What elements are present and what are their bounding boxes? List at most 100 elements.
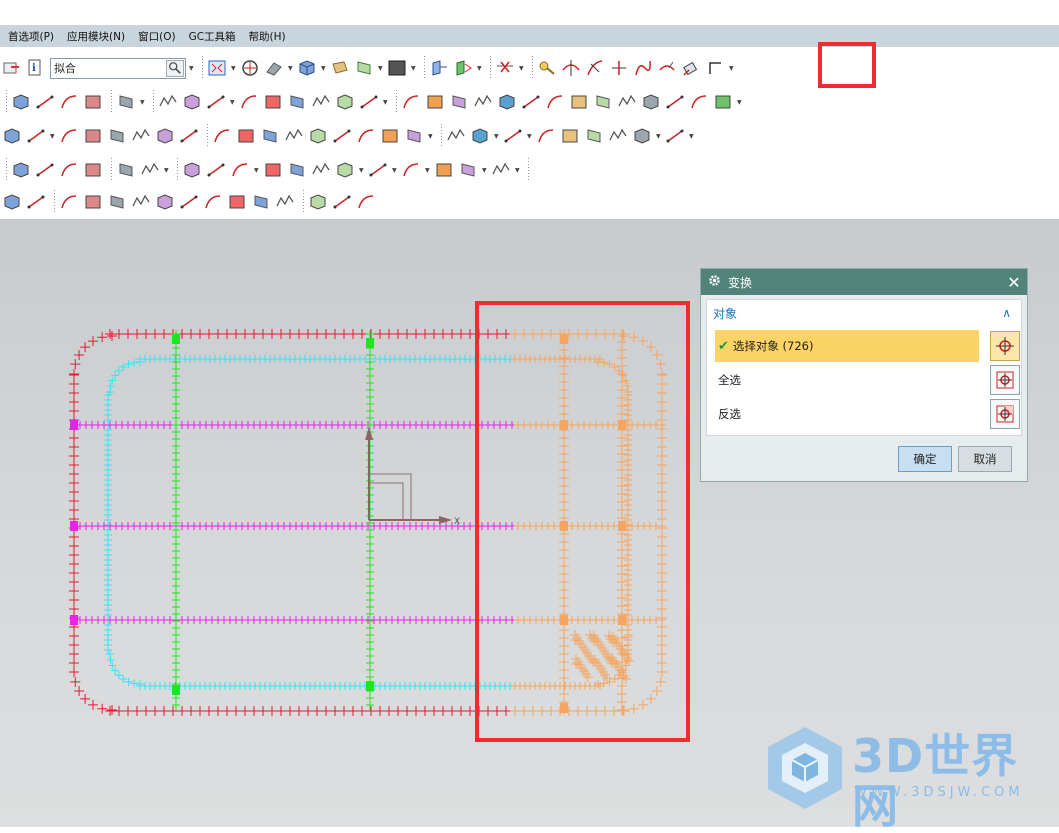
surface-tool-14-icon[interactable] bbox=[368, 160, 388, 180]
feature-tool-9-icon[interactable] bbox=[212, 126, 232, 146]
feature-tool-20-icon[interactable] bbox=[503, 126, 523, 146]
plane-icon[interactable] bbox=[354, 58, 374, 78]
feature-tool-6-icon[interactable] bbox=[131, 126, 151, 146]
feature-tool-1-icon[interactable] bbox=[2, 126, 22, 146]
menu-gc-toolbox[interactable]: GC工具箱 bbox=[189, 29, 236, 44]
chevron-down-icon[interactable]: ▼ bbox=[656, 133, 661, 140]
key-point-icon[interactable] bbox=[537, 58, 557, 78]
fit-view-icon[interactable] bbox=[207, 58, 227, 78]
curve-tool-27-icon[interactable] bbox=[689, 92, 709, 112]
background-icon[interactable] bbox=[387, 58, 407, 78]
feature-tool-12-icon[interactable] bbox=[284, 126, 304, 146]
snap-tool-2-icon[interactable] bbox=[26, 192, 46, 212]
chevron-down-icon[interactable]: ▼ bbox=[515, 167, 520, 174]
curve-tool-5-icon[interactable] bbox=[116, 92, 136, 112]
invert-selection-row[interactable]: 反选 bbox=[715, 398, 1020, 430]
surface-tool-4-icon[interactable] bbox=[83, 160, 103, 180]
snap-tool-5-icon[interactable] bbox=[107, 192, 127, 212]
curve-tool-28-icon[interactable] bbox=[713, 92, 733, 112]
snap-tool-6-icon[interactable] bbox=[131, 192, 151, 212]
curve-tool-15-icon[interactable] bbox=[401, 92, 421, 112]
chevron-down-icon[interactable]: ▼ bbox=[482, 167, 487, 174]
chevron-down-icon[interactable]: ▼ bbox=[689, 133, 694, 140]
chevron-down-icon[interactable]: ▼ bbox=[140, 99, 145, 106]
chevron-down-icon[interactable]: ▼ bbox=[164, 167, 169, 174]
chevron-down-icon[interactable]: ▼ bbox=[411, 65, 416, 72]
layer-icon[interactable] bbox=[330, 58, 350, 78]
curve-tool-25-icon[interactable] bbox=[641, 92, 661, 112]
snap-tool-1-icon[interactable] bbox=[2, 192, 22, 212]
curve-tool-20-icon[interactable] bbox=[521, 92, 541, 112]
chevron-down-icon[interactable]: ▼ bbox=[359, 167, 364, 174]
snap-tool-14-icon[interactable] bbox=[332, 192, 352, 212]
curve-tool-16-icon[interactable] bbox=[425, 92, 445, 112]
feature-tool-22-icon[interactable] bbox=[560, 126, 580, 146]
feature-tool-18-icon[interactable] bbox=[446, 126, 466, 146]
surface-tool-1-icon[interactable] bbox=[11, 160, 31, 180]
rotate-view-icon[interactable] bbox=[240, 58, 260, 78]
select-all-button[interactable] bbox=[990, 365, 1020, 395]
chevron-down-icon[interactable]: ▼ bbox=[378, 65, 383, 72]
extend-curve-icon[interactable] bbox=[609, 58, 629, 78]
feature-tool-25-icon[interactable] bbox=[632, 126, 652, 146]
chevron-up-icon[interactable]: ∧ bbox=[1002, 306, 1011, 320]
chevron-down-icon[interactable]: ▼ bbox=[50, 133, 55, 140]
snap-tool-7-icon[interactable] bbox=[155, 192, 175, 212]
feature-tool-21-icon[interactable] bbox=[536, 126, 556, 146]
curve-tool-7-icon[interactable] bbox=[182, 92, 202, 112]
delete-curve-icon[interactable] bbox=[495, 58, 515, 78]
corner-icon[interactable] bbox=[705, 58, 725, 78]
curve-tool-24-icon[interactable] bbox=[617, 92, 637, 112]
close-icon[interactable]: ✕ bbox=[1001, 269, 1027, 295]
offset-curve-icon[interactable] bbox=[657, 58, 677, 78]
surface-tool-6-icon[interactable] bbox=[140, 160, 160, 180]
snap-tool-3-icon[interactable] bbox=[59, 192, 79, 212]
info-icon[interactable]: i bbox=[26, 58, 46, 78]
feature-tool-4-icon[interactable] bbox=[83, 126, 103, 146]
chevron-down-icon[interactable]: ▼ bbox=[737, 99, 742, 106]
feature-tool-26-icon[interactable] bbox=[665, 126, 685, 146]
feature-tool-16-icon[interactable] bbox=[380, 126, 400, 146]
surface-tool-2-icon[interactable] bbox=[35, 160, 55, 180]
chevron-down-icon[interactable]: ▼ bbox=[477, 65, 482, 72]
chevron-down-icon[interactable]: ▼ bbox=[189, 65, 194, 72]
magnifier-icon[interactable] bbox=[166, 59, 184, 77]
dialog-titlebar[interactable]: 变换 ✕ bbox=[701, 269, 1027, 295]
surface-tool-18-icon[interactable] bbox=[491, 160, 511, 180]
surface-tool-8-icon[interactable] bbox=[206, 160, 226, 180]
feature-tool-24-icon[interactable] bbox=[608, 126, 628, 146]
chevron-down-icon[interactable]: ▼ bbox=[230, 99, 235, 106]
snap-tool-13-icon[interactable] bbox=[308, 192, 328, 212]
feature-tool-7-icon[interactable] bbox=[155, 126, 175, 146]
curve-tool-18-icon[interactable] bbox=[473, 92, 493, 112]
curve-tool-23-icon[interactable] bbox=[593, 92, 613, 112]
chevron-down-icon[interactable]: ▼ bbox=[231, 65, 236, 72]
snap-tool-8-icon[interactable] bbox=[179, 192, 199, 212]
feature-tool-19-icon[interactable] bbox=[470, 126, 490, 146]
snap-tool-10-icon[interactable] bbox=[227, 192, 247, 212]
feature-tool-13-icon[interactable] bbox=[308, 126, 328, 146]
menu-window[interactable]: 窗口(O) bbox=[138, 29, 175, 44]
chevron-down-icon[interactable]: ▼ bbox=[729, 65, 734, 72]
curve-tool-2-icon[interactable] bbox=[35, 92, 55, 112]
select-objects-button[interactable] bbox=[990, 331, 1020, 361]
feature-tool-8-icon[interactable] bbox=[179, 126, 199, 146]
surface-tool-10-icon[interactable] bbox=[263, 160, 283, 180]
chevron-down-icon[interactable]: ▼ bbox=[383, 99, 388, 106]
filter-icon[interactable] bbox=[2, 58, 22, 78]
transform-icon[interactable] bbox=[681, 58, 701, 78]
chevron-down-icon[interactable]: ▼ bbox=[425, 167, 430, 174]
feature-tool-2-icon[interactable] bbox=[26, 126, 46, 146]
feature-tool-17-icon[interactable] bbox=[404, 126, 424, 146]
curve-tool-3-icon[interactable] bbox=[59, 92, 79, 112]
curve-tool-12-icon[interactable] bbox=[311, 92, 331, 112]
curve-tool-22-icon[interactable] bbox=[569, 92, 589, 112]
snap-tool-4-icon[interactable] bbox=[83, 192, 103, 212]
curve-tool-4-icon[interactable] bbox=[83, 92, 103, 112]
chevron-down-icon[interactable]: ▼ bbox=[519, 65, 524, 72]
surface-tool-11-icon[interactable] bbox=[287, 160, 307, 180]
curve-tool-13-icon[interactable] bbox=[335, 92, 355, 112]
curve-tool-26-icon[interactable] bbox=[665, 92, 685, 112]
surface-tool-12-icon[interactable] bbox=[311, 160, 331, 180]
select-objects-row[interactable]: ✔ 选择对象 (726) bbox=[715, 330, 1020, 362]
